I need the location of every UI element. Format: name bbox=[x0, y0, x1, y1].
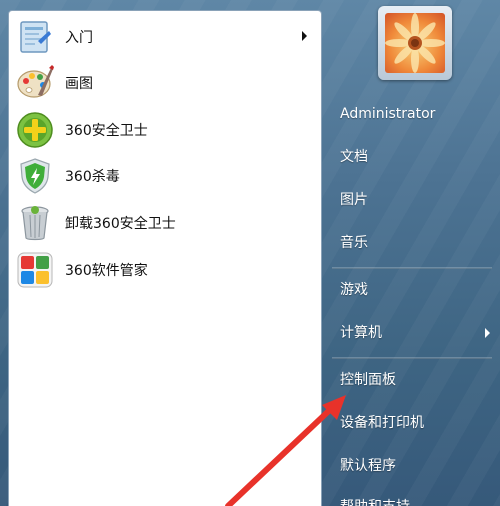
program-label: 画图 bbox=[65, 76, 93, 92]
360-safe-guard-icon bbox=[15, 110, 55, 150]
games-link[interactable]: 游戏 bbox=[340, 280, 368, 300]
program-item-360-software-manager[interactable]: 360软件管家 bbox=[15, 248, 315, 292]
user-picture-frame[interactable] bbox=[378, 6, 452, 80]
360-software-manager-icon bbox=[15, 250, 55, 290]
uninstall-trash-icon bbox=[15, 203, 55, 243]
help-support-link[interactable]: 帮助和支持 bbox=[340, 497, 410, 506]
program-label: 卸载360安全卫士 bbox=[65, 216, 176, 232]
program-item-uninstall-360[interactable]: 卸载360安全卫士 bbox=[15, 201, 315, 245]
control-panel-link[interactable]: 控制面板 bbox=[340, 370, 396, 390]
computer-link[interactable]: 计算机 bbox=[340, 323, 382, 343]
program-label: 入门 bbox=[65, 30, 93, 46]
right-divider bbox=[332, 267, 492, 269]
program-item-360-antivirus[interactable]: 360杀毒 bbox=[15, 154, 315, 198]
program-label: 360杀毒 bbox=[65, 169, 120, 185]
flower-avatar-icon bbox=[385, 13, 445, 73]
360-antivirus-shield-icon bbox=[15, 156, 55, 196]
getting-started-icon bbox=[15, 17, 55, 57]
documents-link[interactable]: 文档 bbox=[340, 147, 368, 167]
program-item-getting-started[interactable]: 入门 bbox=[15, 15, 315, 59]
submenu-arrow-icon bbox=[302, 31, 307, 41]
pictures-link[interactable]: 图片 bbox=[340, 190, 368, 210]
default-programs-link[interactable]: 默认程序 bbox=[340, 456, 396, 476]
program-item-360-safe-guard[interactable]: 360安全卫士 bbox=[15, 108, 315, 152]
program-item-paint[interactable]: 画图 bbox=[15, 61, 315, 105]
computer-submenu-arrow-icon bbox=[485, 328, 490, 338]
program-label: 360软件管家 bbox=[65, 263, 148, 279]
devices-printers-link[interactable]: 设备和打印机 bbox=[340, 413, 424, 433]
paint-palette-icon bbox=[15, 63, 55, 103]
program-list: 入门 画图 360安全卫士 360杀毒 卸载360安全卫士 360软件管家 bbox=[8, 10, 322, 506]
program-label: 360安全卫士 bbox=[65, 123, 148, 139]
user-name-link[interactable]: Administrator bbox=[340, 104, 435, 124]
music-link[interactable]: 音乐 bbox=[340, 233, 368, 253]
start-menu: 入门 画图 360安全卫士 360杀毒 卸载360安全卫士 360软件管家 Ad… bbox=[0, 0, 500, 506]
right-divider bbox=[332, 357, 492, 359]
